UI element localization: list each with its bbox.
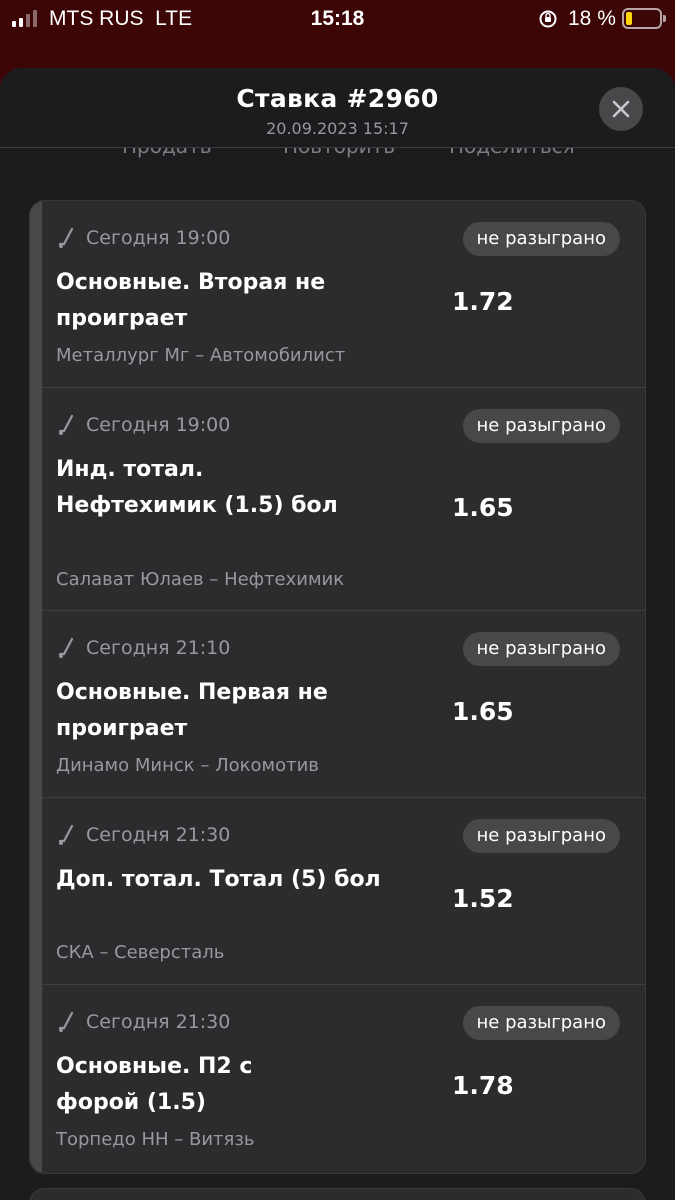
status-badge: не разыграно: [462, 409, 620, 443]
status-bar: MTS RUS LTE 15:18 18 %: [0, 0, 675, 38]
bet-meta: Сегодня 19:00: [56, 227, 230, 249]
summary-card: [29, 1188, 646, 1200]
bet-item[interactable]: Сегодня 19:00 не разыграно Основные. Вто…: [42, 201, 645, 388]
bet-odds: 1.72: [452, 287, 514, 316]
bet-market: Основные. Первая не проиграет: [56, 680, 328, 741]
bet-market: Основные. П2 с форой (1.5): [56, 1054, 253, 1115]
sheet-header: Ставка #2960 20.09.2023 15:17: [0, 68, 675, 148]
bet-odds: 1.52: [452, 884, 514, 913]
event-teams: Салават Юлаев – Нефтехимик: [56, 569, 345, 590]
hockey-icon: [58, 414, 74, 435]
bet-odds: 1.78: [452, 1071, 514, 1100]
event-time: Сегодня 21:30: [86, 824, 231, 846]
event-teams: СКА – Северсталь: [56, 942, 225, 963]
bet-item[interactable]: Сегодня 21:30 не разыграно Доп. тотал. Т…: [42, 798, 645, 985]
event-time: Сегодня 21:10: [86, 637, 231, 659]
event-teams: Торпедо НН – Витязь: [56, 1129, 255, 1150]
bet-meta: Сегодня 21:30: [56, 1011, 230, 1033]
bet-odds: 1.65: [452, 697, 514, 726]
bet-market: Доп. тотал. Тотал (5) бол: [56, 867, 381, 892]
hockey-icon: [58, 227, 74, 248]
event-time: Сегодня 19:00: [86, 227, 231, 249]
bet-details-sheet: Продать Повторить Поделиться Ставка #296…: [0, 68, 675, 1200]
bet-market: Основные. Вторая не проиграет: [56, 270, 326, 331]
bet-datetime: 20.09.2023 15:17: [266, 119, 409, 138]
close-icon: [612, 100, 630, 118]
bet-meta: Сегодня 21:10: [56, 637, 230, 659]
event-time: Сегодня 19:00: [86, 414, 231, 436]
hockey-icon: [58, 824, 74, 845]
bet-item[interactable]: Сегодня 21:30 не разыграно Основные. П2 …: [42, 985, 645, 1173]
close-button[interactable]: [599, 87, 643, 131]
rotation-lock-icon: [539, 10, 557, 28]
battery-percent: 18 %: [568, 7, 616, 30]
event-teams: Металлург Мг – Автомобилист: [56, 345, 346, 366]
hockey-icon: [58, 637, 74, 658]
event-teams: Динамо Минск – Локомотив: [56, 755, 319, 776]
hockey-icon: [58, 1011, 74, 1032]
bet-odds: 1.65: [452, 493, 514, 522]
event-time: Сегодня 21:30: [86, 1011, 231, 1033]
battery-icon: [622, 8, 666, 29]
page-title: Ставка #2960: [236, 84, 439, 113]
bet-item[interactable]: Сегодня 19:00 не разыграно Инд. тотал. Н…: [42, 388, 645, 611]
bet-item[interactable]: Сегодня 21:10 не разыграно Основные. Пер…: [42, 611, 645, 798]
status-badge: не разыграно: [462, 1006, 620, 1040]
bet-market: Инд. тотал. Нефтехимик (1.5) бол: [56, 457, 338, 518]
bet-meta: Сегодня 21:30: [56, 824, 230, 846]
status-badge: не разыграно: [462, 222, 620, 256]
bets-list: Сегодня 19:00 не разыграно Основные. Вто…: [29, 200, 646, 1174]
bet-meta: Сегодня 19:00: [56, 414, 230, 436]
status-badge: не разыграно: [462, 632, 620, 666]
status-badge: не разыграно: [462, 819, 620, 853]
